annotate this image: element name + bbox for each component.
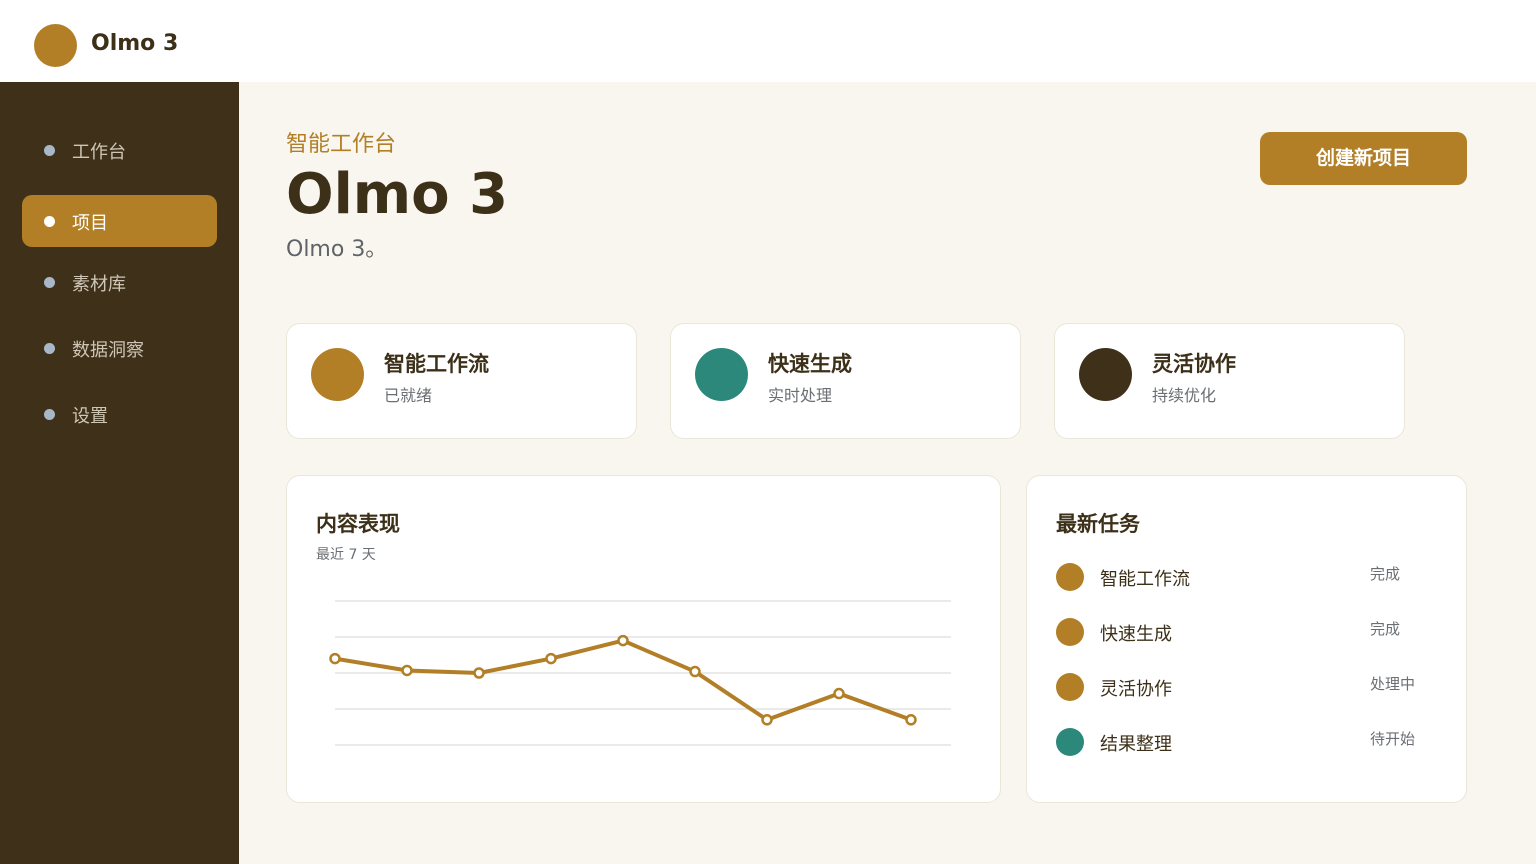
collaboration-icon bbox=[1079, 348, 1132, 401]
chart-point[interactable] bbox=[473, 667, 485, 679]
task-status: 完成 bbox=[1370, 565, 1401, 583]
dot-icon bbox=[44, 216, 55, 227]
sidebar-item-label: 工作台 bbox=[72, 142, 126, 163]
stat-title: 灵活协作 bbox=[1152, 352, 1236, 376]
chart-point[interactable] bbox=[833, 687, 845, 700]
dot-icon bbox=[44, 409, 55, 420]
chart-point[interactable] bbox=[689, 665, 701, 678]
task-status: 待开始 bbox=[1370, 730, 1416, 748]
dot-icon bbox=[44, 343, 55, 354]
sidebar-item-label: 项目 bbox=[72, 213, 108, 234]
stat-card-collaboration[interactable]: 灵活协作 持续优化 bbox=[1054, 323, 1405, 439]
latest-tasks-panel: 最新任务 智能工作流 完成 快速生成 完成 灵活协作 处理中 结果整理 待开始 bbox=[1026, 475, 1467, 803]
chart-point[interactable] bbox=[401, 664, 413, 677]
generation-icon bbox=[695, 348, 748, 401]
dot-icon bbox=[44, 277, 55, 288]
task-row[interactable]: 灵活协作 处理中 bbox=[1056, 671, 1446, 701]
task-name: 快速生成 bbox=[1100, 624, 1172, 645]
sidebar-item-settings[interactable]: 设置 bbox=[22, 388, 217, 440]
line-chart bbox=[329, 600, 951, 746]
app-title: Olmo 3 bbox=[91, 31, 179, 56]
stat-subtitle: 持续优化 bbox=[1152, 386, 1217, 405]
create-project-button[interactable]: 创建新项目 bbox=[1260, 132, 1467, 185]
stat-card-workflow[interactable]: 智能工作流 已就绪 bbox=[286, 323, 637, 439]
stat-subtitle: 已就绪 bbox=[384, 386, 433, 405]
task-row[interactable]: 结果整理 待开始 bbox=[1056, 726, 1446, 756]
task-status: 处理中 bbox=[1370, 675, 1416, 693]
task-status-icon bbox=[1056, 673, 1084, 701]
chart-point[interactable] bbox=[761, 714, 773, 726]
task-status-icon bbox=[1056, 618, 1084, 646]
stat-title: 智能工作流 bbox=[384, 352, 489, 376]
chart-point[interactable] bbox=[545, 652, 557, 665]
chart-point[interactable] bbox=[905, 714, 917, 726]
task-status-icon bbox=[1056, 563, 1084, 591]
tasks-title: 最新任务 bbox=[1056, 512, 1140, 536]
task-row[interactable]: 智能工作流 完成 bbox=[1056, 561, 1446, 591]
sidebar-item-projects[interactable]: 项目 bbox=[22, 195, 217, 247]
sidebar: 工作台 项目 素材库 数据洞察 设置 bbox=[0, 82, 239, 864]
chart-point[interactable] bbox=[329, 652, 341, 665]
task-name: 智能工作流 bbox=[1100, 569, 1190, 590]
sidebar-item-label: 设置 bbox=[72, 406, 108, 427]
sidebar-item-insights[interactable]: 数据洞察 bbox=[22, 322, 217, 374]
stat-card-generation[interactable]: 快速生成 实时处理 bbox=[670, 323, 1021, 439]
sidebar-item-workbench[interactable]: 工作台 bbox=[22, 124, 217, 176]
task-row[interactable]: 快速生成 完成 bbox=[1056, 616, 1446, 646]
dot-icon bbox=[44, 145, 55, 156]
top-bar: Olmo 3 bbox=[0, 0, 1536, 82]
stat-subtitle: 实时处理 bbox=[768, 386, 833, 405]
chart-point[interactable] bbox=[617, 634, 629, 647]
chart-series-line bbox=[334, 638, 912, 722]
sidebar-item-label: 数据洞察 bbox=[72, 340, 144, 361]
task-name: 灵活协作 bbox=[1100, 679, 1172, 700]
page-eyebrow: 智能工作台 bbox=[286, 132, 397, 157]
sidebar-item-assets[interactable]: 素材库 bbox=[22, 256, 217, 308]
page-title: Olmo 3 bbox=[286, 162, 509, 227]
logo-icon bbox=[34, 24, 77, 67]
stat-title: 快速生成 bbox=[768, 352, 852, 376]
sidebar-item-label: 素材库 bbox=[72, 274, 126, 295]
task-status-icon bbox=[1056, 728, 1084, 756]
page-subtitle: Olmo 3。 bbox=[286, 237, 388, 262]
content-performance-panel: 内容表现 最近 7 天 bbox=[286, 475, 1001, 803]
task-name: 结果整理 bbox=[1100, 734, 1172, 755]
task-status: 完成 bbox=[1370, 620, 1401, 638]
workflow-icon bbox=[311, 348, 364, 401]
